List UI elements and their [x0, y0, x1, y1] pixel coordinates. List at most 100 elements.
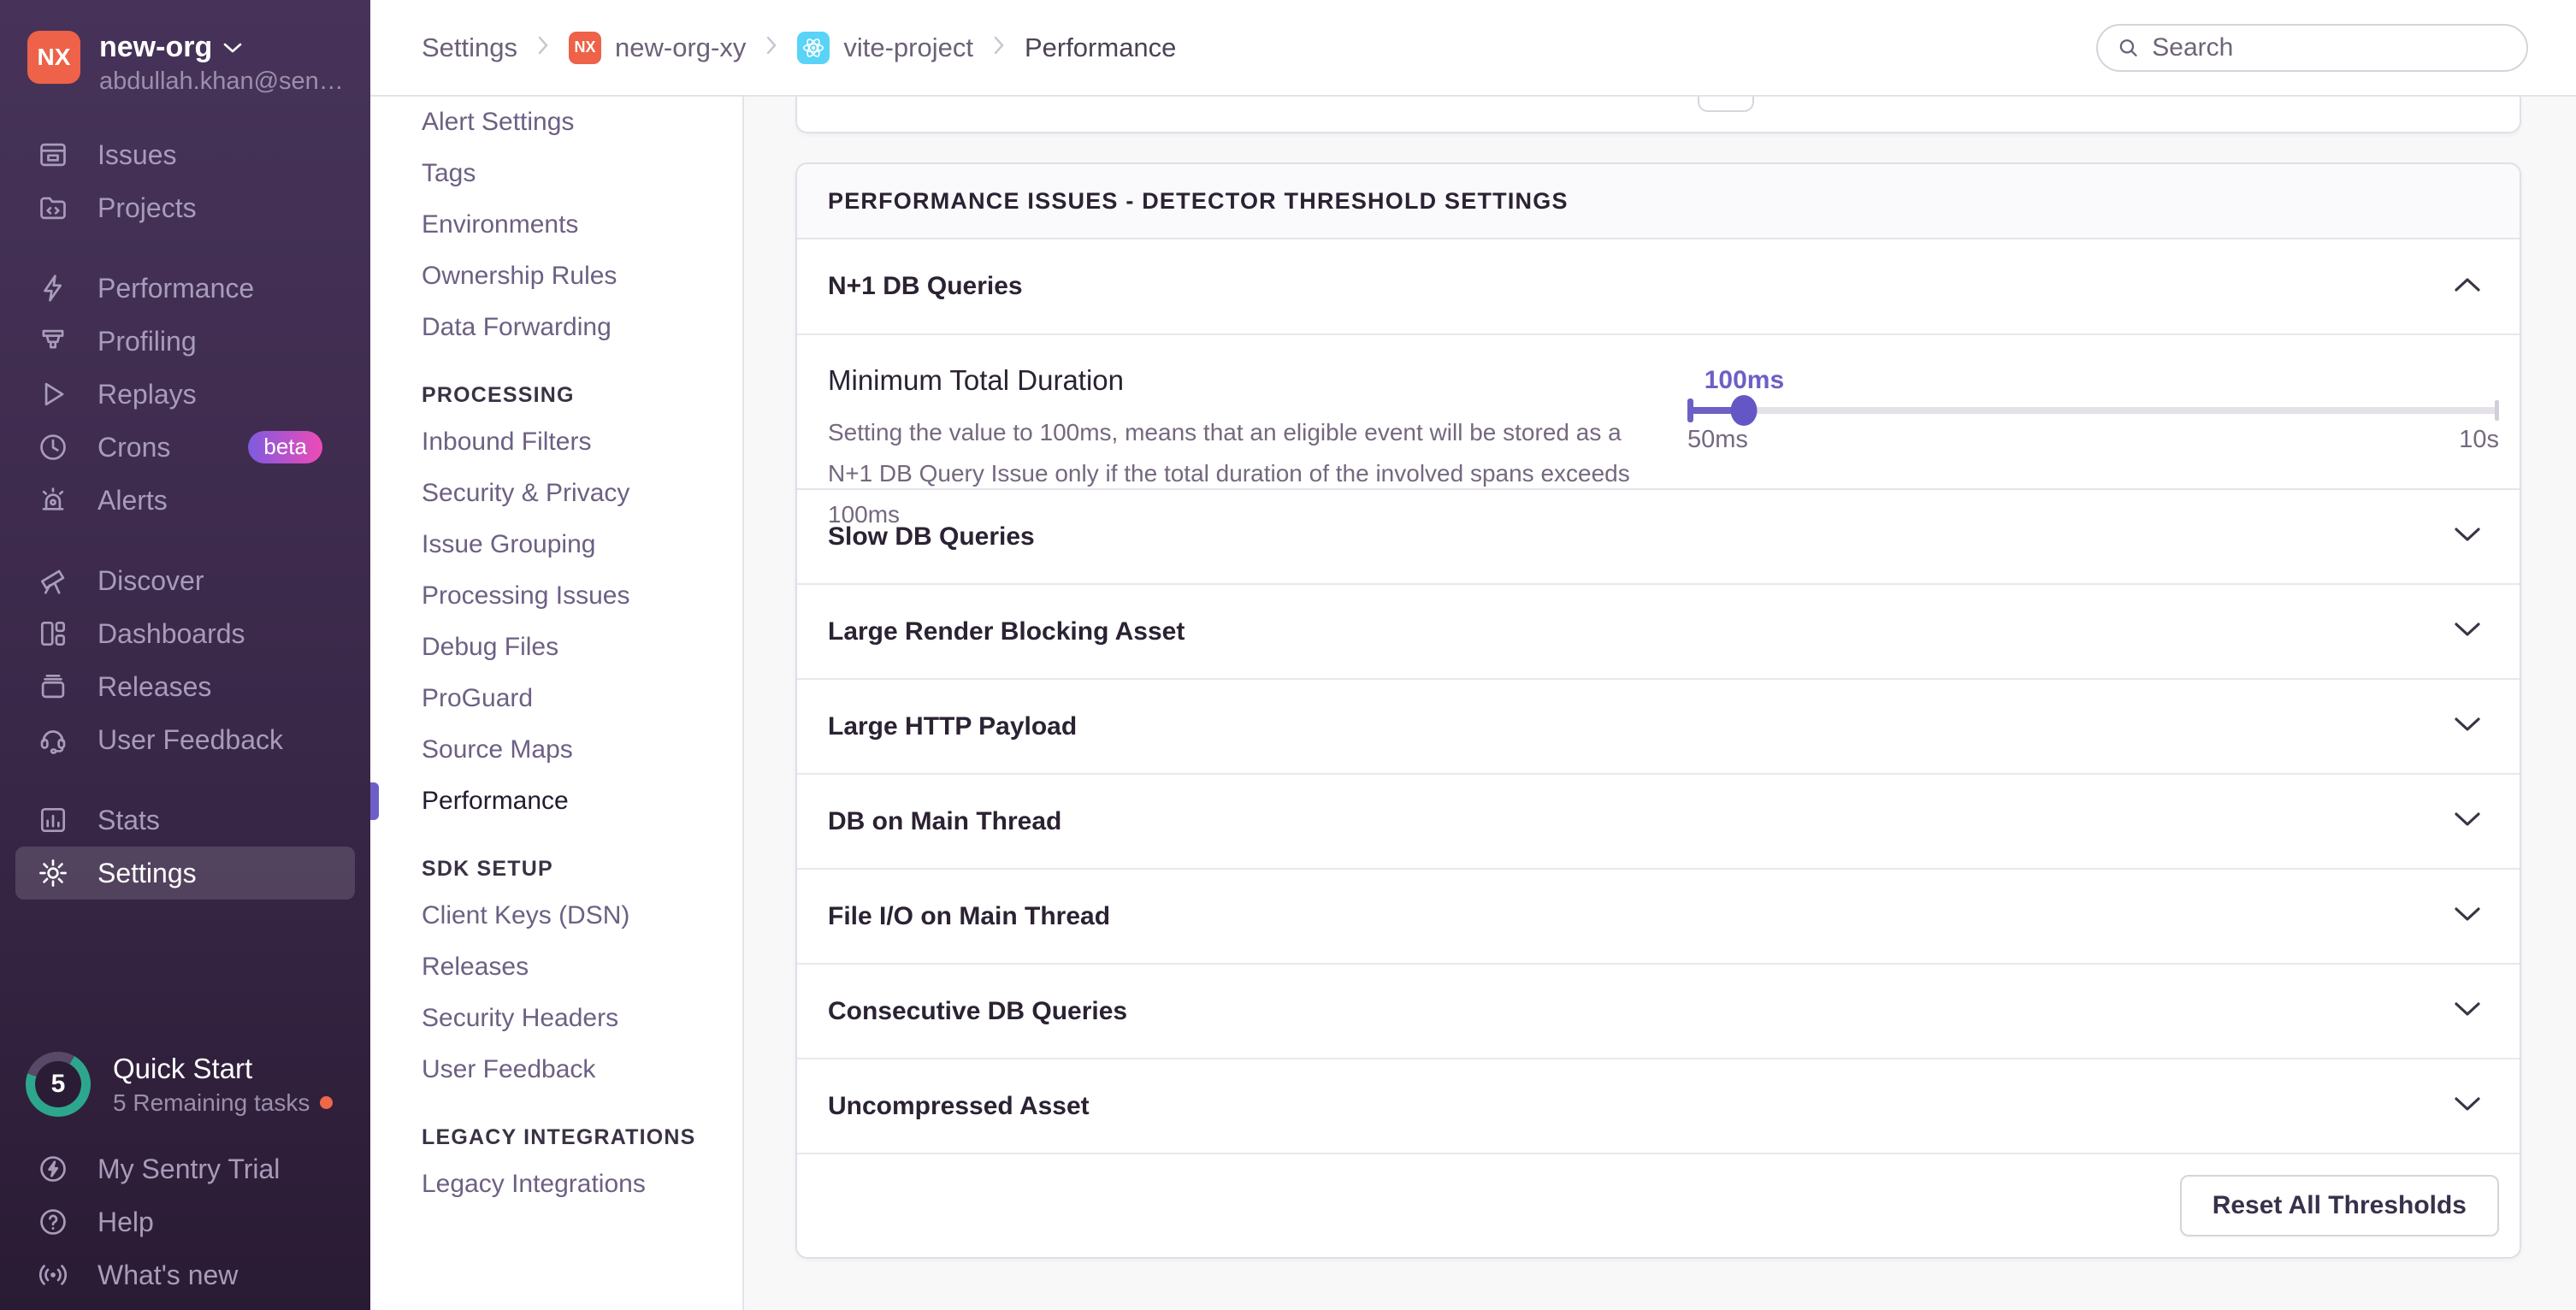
sidebar-item-discover[interactable]: Discover [15, 554, 355, 607]
sidebar-item-label: Profiling [97, 326, 197, 357]
reset-all-thresholds-button[interactable]: Reset All Thresholds [2180, 1175, 2499, 1236]
sidebar-item-issues[interactable]: Issues [15, 128, 355, 181]
settings-nav-item-data-forwarding[interactable]: Data Forwarding [370, 302, 742, 353]
chevron-right-icon [536, 32, 550, 63]
issues-icon [34, 136, 72, 174]
settings-nav-item-alert-settings[interactable]: Alert Settings [370, 97, 742, 148]
sidebar-item-label: What's new [97, 1260, 238, 1291]
settings-nav-section-processing: PROCESSING [370, 370, 742, 416]
sidebar-item-releases[interactable]: Releases [15, 660, 355, 713]
sidebar-item-settings[interactable]: Settings [15, 847, 355, 900]
sidebar-item-user-feedback[interactable]: User Feedback [15, 713, 355, 766]
sidebar-item-trial[interactable]: My Sentry Trial [15, 1142, 355, 1195]
threshold-setting-row: Minimum Total Duration Setting the value… [797, 335, 2520, 490]
help-icon [34, 1203, 72, 1241]
breadcrumb-current-page: Performance [1025, 32, 1176, 63]
search-icon [2117, 35, 2140, 61]
org-email: abdullah.khan@sen… [99, 68, 344, 96]
quick-start-title: Quick Start [113, 1053, 333, 1085]
profiling-icon [34, 322, 72, 360]
detector-threshold-panel: PERFORMANCE ISSUES - DETECTOR THRESHOLD … [795, 162, 2521, 1259]
settings-nav-item-ownership-rules[interactable]: Ownership Rules [370, 251, 742, 302]
sidebar-item-label: User Feedback [97, 724, 283, 756]
sidebar-item-projects[interactable]: Projects [15, 181, 355, 234]
accordion-row-large-render-blocking-asset[interactable]: Large Render Blocking Asset [797, 585, 2520, 680]
cutoff-panel-above [795, 97, 2521, 133]
play-icon [34, 375, 72, 413]
sidebar-item-profiling[interactable]: Profiling [15, 315, 355, 368]
panel-title: PERFORMANCE ISSUES - DETECTOR THRESHOLD … [797, 164, 2520, 239]
settings-nav-item-performance[interactable]: Performance [370, 776, 742, 827]
settings-nav-item-proguard[interactable]: ProGuard [370, 673, 742, 724]
org-crumb-avatar: NX [569, 32, 601, 64]
accordion-row-uncompressed-asset[interactable]: Uncompressed Asset [797, 1059, 2520, 1154]
sidebar-item-stats[interactable]: Stats [15, 794, 355, 847]
breadcrumb-organization[interactable]: NX new-org-xy [569, 32, 746, 64]
quick-start[interactable]: 5 Quick Start 5 Remaining tasks [0, 1052, 370, 1142]
sidebar-item-dashboards[interactable]: Dashboards [15, 607, 355, 660]
chevron-down-icon [2453, 525, 2482, 548]
chevron-down-icon [2453, 715, 2482, 738]
sidebar-item-label: Replays [97, 379, 197, 410]
settings-nav-item-legacy-integrations[interactable]: Legacy Integrations [370, 1159, 742, 1210]
settings-nav-item-client-keys[interactable]: Client Keys (DSN) [370, 890, 742, 941]
broadcast-icon [34, 1256, 72, 1294]
sidebar-item-replays[interactable]: Replays [15, 368, 355, 421]
settings-secondary-nav: Alert Settings Tags Environments Ownersh… [370, 97, 744, 1310]
settings-nav-item-user-feedback[interactable]: User Feedback [370, 1044, 742, 1095]
search-input[interactable] [2152, 33, 2508, 62]
settings-nav-item-releases[interactable]: Releases [370, 941, 742, 993]
accordion-row-db-on-main-thread[interactable]: DB on Main Thread [797, 775, 2520, 870]
chevron-down-icon [2453, 810, 2482, 833]
panel-footer: Reset All Thresholds [797, 1154, 2520, 1257]
sidebar-item-label: Performance [97, 273, 254, 304]
top-bar: Settings NX new-org-xy [370, 0, 2576, 97]
quick-start-subtitle: 5 Remaining tasks [113, 1089, 310, 1117]
progress-count: 5 [35, 1061, 81, 1107]
sidebar-item-help[interactable]: Help [15, 1195, 355, 1248]
breadcrumb-project[interactable]: vite-project [797, 32, 973, 64]
slider-handle[interactable] [1731, 395, 1758, 426]
settings-nav-item-inbound-filters[interactable]: Inbound Filters [370, 416, 742, 468]
chevron-up-icon [2453, 275, 2482, 298]
sidebar-item-label: Issues [97, 139, 176, 171]
breadcrumb: Settings NX new-org-xy [422, 32, 1176, 64]
sidebar-item-label: Crons [97, 432, 170, 463]
slider-track[interactable] [1687, 407, 2499, 414]
notification-dot [320, 1096, 333, 1109]
settings-nav-item-security-privacy[interactable]: Security & Privacy [370, 468, 742, 519]
accordion-row-n-plus-one-db-queries[interactable]: N+1 DB Queries [797, 239, 2520, 335]
sidebar-item-label: Dashboards [97, 618, 245, 650]
primary-nav: Issues Projects Performance Profiling [0, 128, 370, 900]
accordion-row-large-http-payload[interactable]: Large HTTP Payload [797, 680, 2520, 775]
search-box [2096, 24, 2528, 72]
sidebar-item-alerts[interactable]: Alerts [15, 474, 355, 527]
settings-nav-item-processing-issues[interactable]: Processing Issues [370, 570, 742, 622]
headset-icon [34, 721, 72, 758]
org-switcher[interactable]: NX new-org abdullah.khan@sen… [0, 0, 370, 96]
clock-icon [34, 428, 72, 466]
accordion-row-consecutive-db-queries[interactable]: Consecutive DB Queries [797, 965, 2520, 1059]
settings-nav-item-environments[interactable]: Environments [370, 199, 742, 251]
settings-nav-item-tags[interactable]: Tags [370, 148, 742, 199]
slider-min-tick [1687, 398, 1693, 422]
sidebar-item-performance[interactable]: Performance [15, 262, 355, 315]
settings-nav-item-source-maps[interactable]: Source Maps [370, 724, 742, 776]
primary-sidebar: NX new-org abdullah.khan@sen… Issues Pro… [0, 0, 370, 1310]
sidebar-item-crons[interactable]: Crons beta [15, 421, 355, 474]
sidebar-item-label: Alerts [97, 485, 168, 516]
settings-nav-item-issue-grouping[interactable]: Issue Grouping [370, 519, 742, 570]
chevron-down-icon [2453, 1000, 2482, 1023]
sidebar-footer: 5 Quick Start 5 Remaining tasks My Sentr… [0, 1052, 370, 1310]
bar-chart-icon [34, 801, 72, 839]
settings-nav-section-legacy: LEGACY INTEGRATIONS [370, 1112, 742, 1159]
settings-nav-item-security-headers[interactable]: Security Headers [370, 993, 742, 1044]
app-root: NX new-org abdullah.khan@sen… Issues Pro… [0, 0, 2576, 1310]
sidebar-item-label: Projects [97, 192, 197, 224]
settings-nav-item-debug-files[interactable]: Debug Files [370, 622, 742, 673]
accordion-row-file-io-on-main-thread[interactable]: File I/O on Main Thread [797, 870, 2520, 965]
breadcrumb-settings[interactable]: Settings [422, 32, 517, 63]
setting-description: Setting the value to 100ms, means that a… [828, 412, 1649, 535]
sidebar-item-label: Releases [97, 671, 211, 703]
sidebar-item-whats-new[interactable]: What's new [15, 1248, 355, 1301]
